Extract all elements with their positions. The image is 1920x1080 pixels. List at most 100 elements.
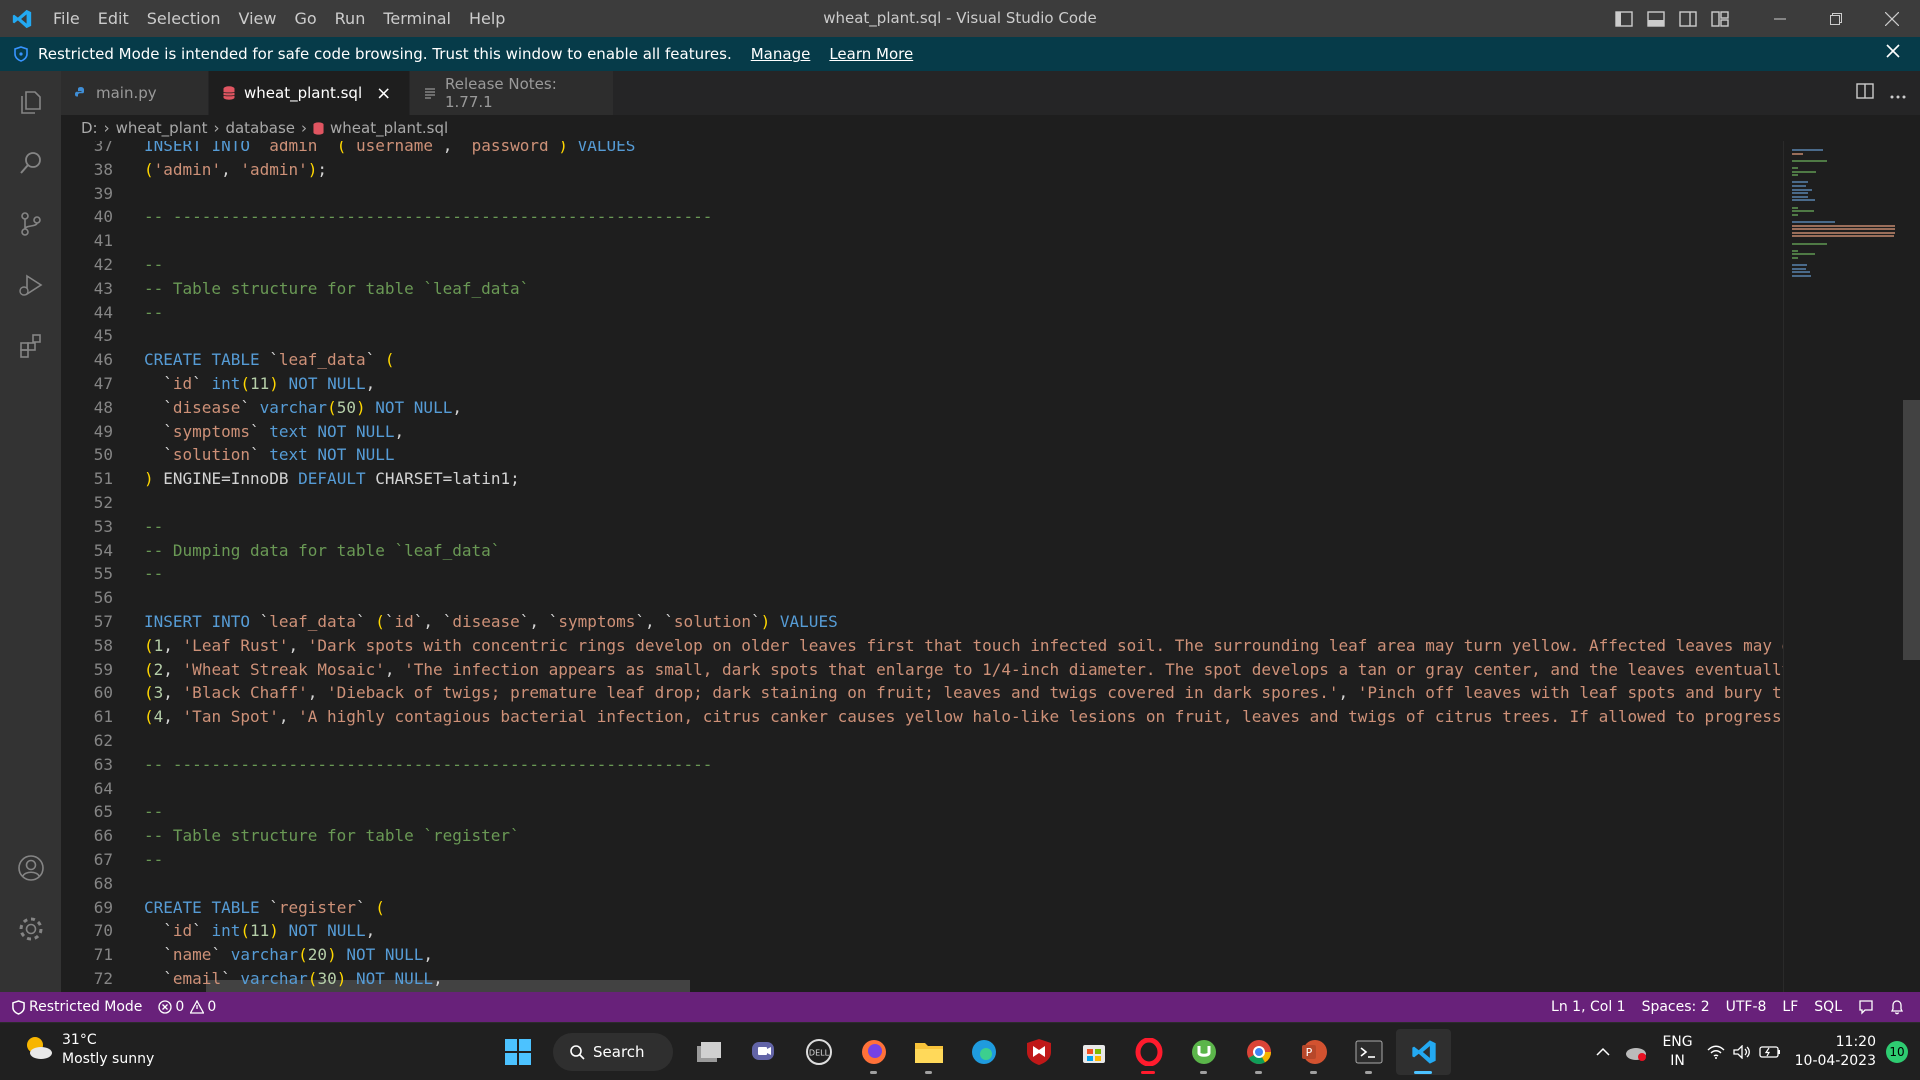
- restricted-mode-status[interactable]: Restricted Mode: [0, 992, 150, 1022]
- code-line[interactable]: 48 `disease` varchar(50) NOT NULL,: [61, 396, 1783, 420]
- chevron-up-icon[interactable]: [1596, 1047, 1610, 1057]
- file-explorer-icon[interactable]: [901, 1029, 956, 1075]
- mcafee-icon[interactable]: [1011, 1029, 1066, 1075]
- code-line[interactable]: 69 CREATE TABLE `register` (: [61, 896, 1783, 920]
- microsoft-store-icon[interactable]: [1066, 1029, 1121, 1075]
- dell-icon[interactable]: DELL: [791, 1029, 846, 1075]
- learn-more-link[interactable]: Learn More: [829, 45, 913, 63]
- taskbar-search[interactable]: Search: [553, 1033, 673, 1071]
- tab-release-notes[interactable]: Release Notes: 1.77.1: [410, 71, 614, 115]
- toggle-primary-sidebar-icon[interactable]: [1608, 0, 1640, 37]
- code-line[interactable]: 37 INSERT INTO `admin` (`username`, `pass…: [61, 141, 1783, 158]
- firefox-icon[interactable]: [846, 1029, 901, 1075]
- wifi-icon[interactable]: [1707, 1045, 1725, 1059]
- edge-icon[interactable]: [956, 1029, 1011, 1075]
- run-debug-icon[interactable]: [0, 254, 61, 315]
- code-line[interactable]: 40 -- -----------------------------------…: [61, 205, 1783, 229]
- accounts-icon[interactable]: [0, 837, 61, 898]
- code-line[interactable]: 60 (3, 'Black Chaff', 'Dieback of twigs; …: [61, 681, 1783, 705]
- code-line[interactable]: 59 (2, 'Wheat Streak Mosaic', 'The infect…: [61, 658, 1783, 682]
- breadcrumb-file[interactable]: wheat_plant.sql: [330, 119, 448, 137]
- code-line[interactable]: 42 --: [61, 253, 1783, 277]
- task-view-icon[interactable]: [681, 1029, 736, 1075]
- tab-wheat-plant-sql[interactable]: wheat_plant.sql ×: [209, 71, 410, 115]
- feedback-icon[interactable]: [1850, 992, 1882, 1022]
- vscode-taskbar-icon[interactable]: [1396, 1029, 1451, 1075]
- source-control-icon[interactable]: [0, 193, 61, 254]
- explorer-icon[interactable]: [0, 71, 61, 132]
- breadcrumb-subfolder[interactable]: database: [225, 119, 295, 137]
- minimize-icon[interactable]: [1752, 0, 1808, 37]
- menu-help[interactable]: Help: [460, 0, 514, 37]
- start-button[interactable]: [490, 1029, 545, 1075]
- terminal-icon[interactable]: [1341, 1029, 1396, 1075]
- battery-icon[interactable]: [1758, 1046, 1781, 1058]
- restore-icon[interactable]: [1808, 0, 1864, 37]
- bell-icon[interactable]: [1882, 992, 1912, 1022]
- notification-badge[interactable]: 10: [1886, 1041, 1908, 1063]
- code-line[interactable]: 70 `id` int(11) NOT NULL,: [61, 919, 1783, 943]
- extensions-icon[interactable]: [0, 315, 61, 376]
- code-line[interactable]: 65 --: [61, 800, 1783, 824]
- code-line[interactable]: 64: [61, 777, 1783, 801]
- code-line[interactable]: 68: [61, 872, 1783, 896]
- minimap[interactable]: [1783, 141, 1903, 992]
- code-line[interactable]: 61 (4, 'Tan Spot', 'A highly contagious b…: [61, 705, 1783, 729]
- teams-chat-icon[interactable]: [736, 1029, 791, 1075]
- more-actions-icon[interactable]: [1890, 84, 1906, 103]
- gear-icon[interactable]: [0, 898, 61, 959]
- code-line[interactable]: 58 (1, 'Leaf Rust', 'Dark spots with conc…: [61, 634, 1783, 658]
- code-line[interactable]: 71 `name` varchar(20) NOT NULL,: [61, 943, 1783, 967]
- cursor-position[interactable]: Ln 1, Col 1: [1543, 992, 1634, 1022]
- toggle-panel-icon[interactable]: [1640, 0, 1672, 37]
- language-mode[interactable]: SQL: [1806, 992, 1850, 1022]
- menu-terminal[interactable]: Terminal: [374, 0, 460, 37]
- opera-icon[interactable]: [1121, 1029, 1176, 1075]
- code-line[interactable]: 47 `id` int(11) NOT NULL,: [61, 372, 1783, 396]
- code-line[interactable]: 41: [61, 229, 1783, 253]
- code-line[interactable]: 57 INSERT INTO `leaf_data` (`id`, `diseas…: [61, 610, 1783, 634]
- indentation[interactable]: Spaces: 2: [1634, 992, 1718, 1022]
- code-line[interactable]: 53 --: [61, 515, 1783, 539]
- close-tab-icon[interactable]: ×: [376, 83, 391, 104]
- menu-file[interactable]: File: [44, 0, 89, 37]
- code-line[interactable]: 72 `email` varchar(30) NOT NULL,: [61, 967, 1783, 991]
- code-line[interactable]: 46 CREATE TABLE `leaf_data` (: [61, 348, 1783, 372]
- code-line[interactable]: 51) ENGINE=InnoDB DEFAULT CHARSET=latin1…: [61, 467, 1783, 491]
- toggle-secondary-sidebar-icon[interactable]: [1672, 0, 1704, 37]
- code-line[interactable]: 43 -- Table structure for table `leaf_dat…: [61, 277, 1783, 301]
- split-editor-icon[interactable]: [1856, 83, 1874, 103]
- weather-widget[interactable]: 31°C Mostly sunny: [22, 1031, 154, 1069]
- menu-edit[interactable]: Edit: [89, 0, 138, 37]
- tab-main-py[interactable]: main.py: [61, 71, 209, 115]
- clock[interactable]: 11:20 10-04-2023: [1795, 1033, 1876, 1071]
- onedrive-icon[interactable]: [1624, 1043, 1648, 1061]
- code-line[interactable]: 62: [61, 729, 1783, 753]
- code-line[interactable]: 52: [61, 491, 1783, 515]
- code-line[interactable]: 38 ('admin', 'admin');: [61, 158, 1783, 182]
- code-line[interactable]: 66 -- Table structure for table `register…: [61, 824, 1783, 848]
- code-line[interactable]: 63 -- -----------------------------------…: [61, 753, 1783, 777]
- customize-layout-icon[interactable]: [1704, 0, 1736, 37]
- chrome-icon[interactable]: [1231, 1029, 1286, 1075]
- code-line[interactable]: 67 --: [61, 848, 1783, 872]
- code-line[interactable]: 49 `symptoms` text NOT NULL,: [61, 420, 1783, 444]
- encoding[interactable]: UTF-8: [1718, 992, 1775, 1022]
- breadcrumb-folder[interactable]: wheat_plant: [116, 119, 208, 137]
- menu-selection[interactable]: Selection: [138, 0, 230, 37]
- code-line[interactable]: 39: [61, 182, 1783, 206]
- code-line[interactable]: 50 `solution` text NOT NULL: [61, 443, 1783, 467]
- menu-view[interactable]: View: [230, 0, 286, 37]
- search-icon[interactable]: [0, 132, 61, 193]
- close-icon[interactable]: [1886, 44, 1900, 62]
- code-line[interactable]: 55 --: [61, 562, 1783, 586]
- close-window-icon[interactable]: [1864, 0, 1920, 37]
- problems-status[interactable]: 0 0: [150, 992, 224, 1022]
- end-of-line[interactable]: LF: [1774, 992, 1806, 1022]
- powerpoint-icon[interactable]: P: [1286, 1029, 1341, 1075]
- code-line[interactable]: 56: [61, 586, 1783, 610]
- code-line[interactable]: 54 -- Dumping data for table `leaf_data`: [61, 539, 1783, 563]
- code-line[interactable]: 45: [61, 324, 1783, 348]
- utorrent-icon[interactable]: [1176, 1029, 1231, 1075]
- input-language[interactable]: ENG IN: [1662, 1033, 1692, 1071]
